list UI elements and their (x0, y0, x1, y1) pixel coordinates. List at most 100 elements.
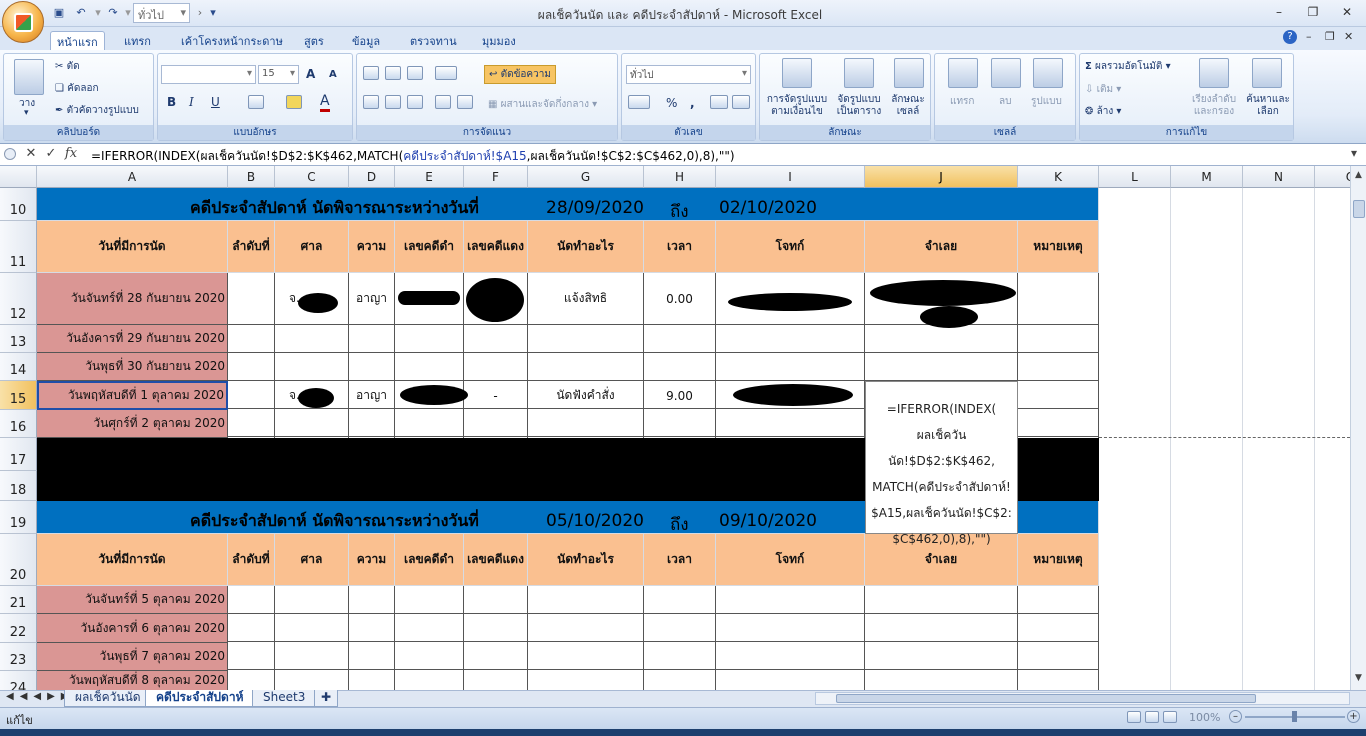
fill-button[interactable]: ⇩ เติม ▾ (1085, 82, 1121, 97)
header-cell[interactable]: นัดทำอะไร (528, 534, 644, 586)
row-header[interactable]: 17 (0, 438, 37, 471)
format-painter-button[interactable]: ✒ ตัวคัดวางรูปแบบ (55, 103, 139, 118)
sheet-tab[interactable]: Sheet3 (252, 690, 317, 707)
header-cell[interactable]: ลำดับที่ (228, 534, 275, 586)
copy-button[interactable]: ❏ คัดลอก (55, 81, 99, 96)
font-name-combo[interactable]: ▾ (161, 65, 256, 84)
header-cell[interactable]: ลำดับที่ (228, 221, 275, 273)
tab-page-layout[interactable]: เค้าโครงหน้ากระดาษ (175, 31, 289, 50)
minimize-button[interactable]: – (1266, 3, 1292, 21)
align-bottom-icon[interactable] (407, 66, 423, 80)
insert-cells-button[interactable]: แทรก (950, 94, 974, 109)
tab-insert[interactable]: แทรก (118, 31, 157, 50)
col-header[interactable]: K (1018, 166, 1099, 188)
italic-button[interactable]: I (189, 95, 194, 109)
find-select-button[interactable]: ค้นหาและ เลือก (1242, 94, 1294, 118)
row-header[interactable]: 10 (0, 188, 37, 221)
new-sheet-icon[interactable]: ✚ (314, 690, 338, 707)
tab-view[interactable]: มุมมอง (476, 31, 522, 50)
grow-font-button[interactable]: A (306, 67, 315, 81)
action-cell[interactable]: แจ้งสิทธิ (528, 273, 644, 325)
row-header[interactable]: 14 (0, 353, 37, 381)
header-cell[interactable]: เลขคดีดำ (395, 534, 464, 586)
header-cell[interactable]: นัดทำอะไร (528, 221, 644, 273)
tab-data[interactable]: ข้อมูล (346, 31, 386, 50)
col-header[interactable]: L (1099, 166, 1171, 188)
date-cell[interactable]: วันศุกร์ที่ 2 ตุลาคม 2020 (37, 410, 228, 438)
zoom-out-icon[interactable]: – (1229, 710, 1242, 723)
format-cells-button[interactable]: รูปแบบ (1031, 94, 1062, 109)
sheet-tab-active[interactable]: คดีประจำสัปดาห์ (145, 690, 255, 707)
col-header[interactable]: I (716, 166, 865, 188)
tab-formulas[interactable]: สูตร (298, 31, 330, 50)
formula-input[interactable]: =IFERROR(INDEX(ผลเช็ควันนัด!$D$2:$K$462,… (91, 147, 735, 166)
row-header[interactable]: 15 (0, 381, 37, 410)
zoom-in-icon[interactable]: + (1347, 710, 1360, 723)
ribbon-close-icon[interactable]: ✕ (1344, 30, 1353, 43)
header-cell[interactable]: วันที่มีการนัด (37, 221, 228, 273)
zoom-level[interactable]: 100% (1189, 711, 1220, 724)
align-left-icon[interactable] (363, 95, 379, 109)
enter-entry-icon[interactable]: ✓ (42, 146, 60, 161)
date-cell[interactable]: วันพุธที่ 30 กันยายน 2020 (37, 353, 228, 381)
col-header[interactable]: N (1243, 166, 1315, 188)
wrap-text-button[interactable]: ↩ ตัดข้อความ (484, 65, 556, 84)
percent-button[interactable]: % (666, 96, 677, 110)
autosum-button[interactable]: Σ ผลรวมอัตโนมัติ ▾ (1085, 59, 1171, 74)
worksheet-grid[interactable]: A B C D E F G H I J K L M N O 10 11 12 1… (0, 166, 1350, 690)
customize-qat-icon[interactable]: ▾ (205, 5, 221, 21)
header-cell[interactable]: เวลา (644, 221, 716, 273)
normal-view-icon[interactable] (1127, 711, 1141, 723)
date-cell-selected[interactable]: วันพฤหัสบดีที่ 1 ตุลาคม 2020 (37, 381, 228, 410)
horizontal-scrollbar[interactable] (815, 692, 1350, 705)
close-button[interactable]: ✕ (1334, 3, 1360, 21)
row-header[interactable]: 22 (0, 614, 37, 643)
sheet-tab[interactable]: ผลเช็ควันนัด (64, 690, 152, 707)
cancel-entry-icon[interactable]: ✕ (22, 146, 40, 161)
row-header[interactable]: 11 (0, 221, 37, 273)
scroll-down-icon[interactable]: ▼ (1352, 673, 1365, 686)
row-header[interactable]: 20 (0, 534, 37, 586)
header-cell[interactable]: วันที่มีการนัด (37, 534, 228, 586)
row-header[interactable]: 13 (0, 325, 37, 353)
header-cell[interactable]: จำเลย (865, 221, 1018, 273)
orientation-icon[interactable] (435, 66, 457, 80)
header-cell[interactable]: หมายเหตุ (1018, 534, 1099, 586)
zoom-slider-thumb[interactable] (1292, 711, 1297, 722)
cell[interactable] (228, 273, 275, 325)
align-center-icon[interactable] (385, 95, 401, 109)
restore-button[interactable]: ❐ (1300, 3, 1326, 21)
tab-review[interactable]: ตรวจทาน (404, 31, 463, 50)
time-cell[interactable]: 0.00 (644, 273, 716, 325)
tab-home[interactable]: หน้าแรก (50, 31, 105, 52)
ribbon-minimize-icon[interactable]: – (1306, 30, 1312, 43)
fill-color-icon[interactable] (286, 95, 302, 109)
expand-formula-icon[interactable]: ▾ (1351, 146, 1357, 160)
header-cell[interactable]: โจทก์ (716, 534, 865, 586)
h-scroll-thumb[interactable] (836, 694, 1256, 703)
col-header[interactable]: J (865, 166, 1018, 188)
save-icon[interactable]: ▣ (51, 5, 67, 21)
scroll-up-icon[interactable]: ▲ (1352, 170, 1365, 183)
header-cell[interactable]: โจทก์ (716, 221, 865, 273)
header-cell[interactable]: เวลา (644, 534, 716, 586)
font-size-combo[interactable]: 15 ▾ (258, 65, 299, 84)
header-cell[interactable]: เลขคดีแดง (464, 534, 528, 586)
col-header[interactable]: E (395, 166, 464, 188)
col-header[interactable]: H (644, 166, 716, 188)
delete-cells-button[interactable]: ลบ (999, 94, 1011, 109)
col-header[interactable]: G (528, 166, 644, 188)
vertical-scrollbar[interactable]: ▲ ▼ (1350, 166, 1366, 690)
col-header[interactable]: M (1171, 166, 1243, 188)
red-case-cell[interactable]: - (464, 382, 527, 409)
row-header[interactable]: 18 (0, 471, 37, 501)
insert-function-button[interactable]: fx (62, 146, 80, 161)
bold-button[interactable]: B (167, 95, 176, 109)
sort-filter-button[interactable]: เรียงลำดับ และกรอง (1188, 94, 1240, 118)
ribbon-restore-icon[interactable]: ❐ (1325, 30, 1335, 43)
header-cell[interactable]: ความ (349, 534, 395, 586)
undo-icon[interactable]: ↶ (73, 5, 89, 21)
header-cell[interactable]: หมายเหตุ (1018, 221, 1099, 273)
paste-dropdown-icon[interactable]: ▾ (24, 108, 29, 118)
header-cell[interactable]: ความ (349, 221, 395, 273)
